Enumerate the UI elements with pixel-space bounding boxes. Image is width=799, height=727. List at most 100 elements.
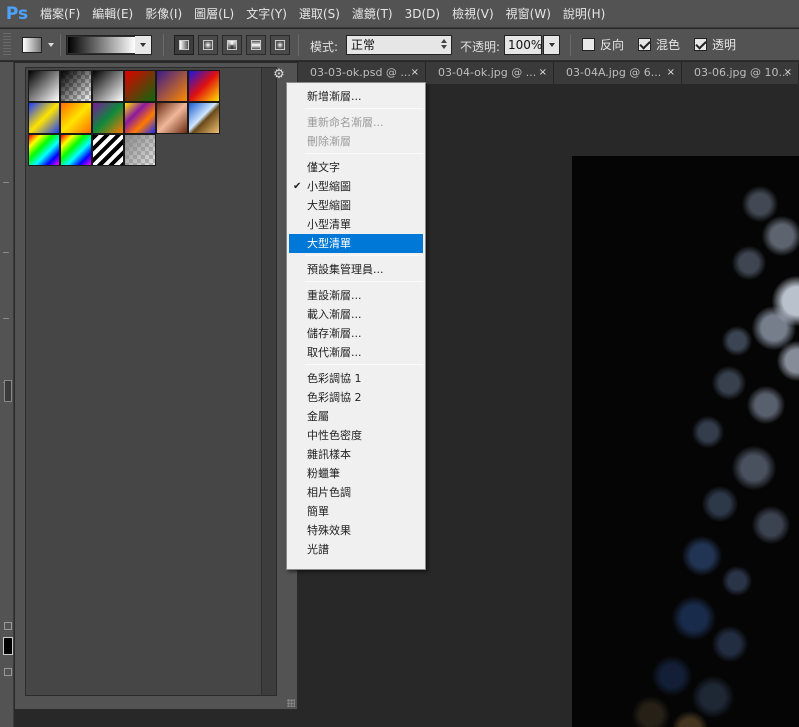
gradient-swatch-neutral-density[interactable] — [124, 134, 156, 166]
gradient-swatch-violet-orange[interactable] — [156, 70, 188, 102]
gradient-menu-item[interactable]: 取代漸層... — [289, 343, 423, 362]
options-bar: 模式: 正常 不透明: 100% 反向 混色 透明 — [0, 29, 799, 61]
gradient-menu-item[interactable]: 金屬 — [289, 407, 423, 426]
menu-items: 檔案(F) 編輯(E) 影像(I) 圖層(L) 文字(Y) 選取(S) 濾鏡(T) 3D(D)… — [34, 0, 611, 28]
tool-icon[interactable] — [4, 380, 12, 402]
color-swatch-icon[interactable] — [3, 637, 13, 655]
transparency-label: 透明 — [712, 38, 737, 52]
gradient-swatch-foreground-to-transparent[interactable] — [60, 70, 92, 102]
gradient-swatch-blue-red-yellow[interactable] — [188, 70, 220, 102]
opacity-dropdown[interactable] — [543, 35, 560, 55]
dither-checkbox-group[interactable]: 混色 — [638, 36, 680, 53]
gradient-menu-item-label: 雜訊樣本 — [307, 448, 351, 461]
menu-item[interactable]: 3D(D) — [399, 0, 446, 28]
linear-gradient-button[interactable] — [174, 35, 194, 55]
tool-icon[interactable] — [4, 622, 12, 630]
gradient-picker-dropdown[interactable] — [135, 36, 151, 54]
document-tab[interactable]: 03-03-ok.psd @ ... × — [298, 62, 426, 84]
menu-separator — [305, 364, 423, 365]
gradient-swatch-black-white[interactable] — [92, 70, 124, 102]
gradient-menu-item[interactable]: 色彩調協 2 — [289, 388, 423, 407]
gradient-swatch-yellow-violet-orange-blue[interactable] — [124, 102, 156, 134]
gradient-swatch-foreground-to-background[interactable] — [28, 70, 60, 102]
document-tab[interactable]: 03-04A.jpg @ 6... × — [554, 62, 682, 84]
document-tab[interactable]: 03-06.jpg @ 10... × — [682, 62, 799, 84]
radial-gradient-button[interactable] — [198, 35, 218, 55]
opacity-input[interactable]: 100% — [504, 35, 542, 55]
angle-gradient-button[interactable] — [222, 35, 242, 55]
document-tab[interactable]: 03-04-ok.jpg @ ... × — [426, 62, 554, 84]
gradient-menu-item-label: 取代漸層... — [307, 346, 362, 359]
chevron-down-icon — [48, 43, 54, 47]
tool-icon[interactable] — [4, 668, 12, 676]
gradient-swatch-transparent-stripes[interactable] — [92, 134, 124, 166]
gradient-menu-item: 重新命名漸層... — [289, 113, 423, 132]
gradient-swatch-blue-yellow-blue[interactable] — [28, 102, 60, 134]
gradient-menu-item[interactable]: 大型清單 — [289, 234, 423, 253]
tool-preset-picker[interactable] — [18, 34, 58, 56]
gradient-menu-item[interactable]: 重設漸層... — [289, 286, 423, 305]
close-icon[interactable]: × — [667, 62, 675, 84]
menu-item[interactable]: 視窗(W) — [500, 0, 557, 28]
tools-panel-edge — [0, 62, 14, 727]
gradient-swatch-transparent-rainbow[interactable] — [60, 134, 92, 166]
gradient-menu-item[interactable]: 小型清單 — [289, 215, 423, 234]
dither-label: 混色 — [656, 38, 681, 52]
gradient-menu-item[interactable]: 儲存漸層... — [289, 324, 423, 343]
menu-item[interactable]: 檔案(F) — [34, 0, 86, 28]
diamond-gradient-button[interactable] — [270, 35, 290, 55]
bokeh-light — [747, 386, 785, 424]
menu-item[interactable]: 影像(I) — [139, 0, 188, 28]
gradient-menu-item[interactable]: 色彩調協 1 — [289, 369, 423, 388]
gear-icon[interactable]: ⚙ — [271, 67, 287, 83]
gradient-swatch-violet-green-orange[interactable] — [92, 102, 124, 134]
gradient-swatch-chrome[interactable] — [188, 102, 220, 134]
menu-item[interactable]: 文字(Y) — [240, 0, 293, 28]
mode-select-value: 正常 — [351, 38, 376, 52]
gradient-menu-item[interactable]: 相片色調 — [289, 483, 423, 502]
gradient-menu-item-label: 僅文字 — [307, 161, 340, 174]
reverse-checkbox[interactable] — [582, 38, 595, 51]
gradient-menu-item[interactable]: 大型縮圖 — [289, 196, 423, 215]
gradient-menu-item[interactable]: ✔ 小型縮圖 — [289, 177, 423, 196]
bokeh-light — [732, 246, 766, 280]
gradient-menu-item[interactable]: 粉蠟筆 — [289, 464, 423, 483]
menu-item[interactable]: 說明(H) — [557, 0, 611, 28]
gradient-menu-item[interactable]: 預設集管理員... — [289, 260, 423, 279]
gradient-menu-item[interactable]: 簡單 — [289, 502, 423, 521]
gradient-swatch-orange-yellow-orange[interactable] — [60, 102, 92, 134]
reverse-checkbox-group[interactable]: 反向 — [582, 36, 624, 53]
gradient-menu-item[interactable]: 特殊效果 — [289, 521, 423, 540]
scrollbar[interactable] — [261, 68, 276, 695]
reflected-gradient-button[interactable] — [246, 35, 266, 55]
gradient-menu-item[interactable]: 中性色密度 — [289, 426, 423, 445]
dither-checkbox[interactable] — [638, 38, 651, 51]
gradient-swatch-spectrum[interactable] — [28, 134, 60, 166]
gradient-menu-item[interactable]: 載入漸層... — [289, 305, 423, 324]
menu-item[interactable]: 檢視(V) — [446, 0, 500, 28]
gradient-picker[interactable] — [66, 35, 152, 55]
gradient-menu-item[interactable]: 雜訊樣本 — [289, 445, 423, 464]
close-icon[interactable]: × — [411, 62, 419, 84]
options-bar-grip[interactable] — [3, 33, 11, 57]
menu-item[interactable]: 選取(S) — [293, 0, 346, 28]
divider — [3, 182, 9, 183]
menu-item[interactable]: 圖層(L) — [188, 0, 240, 28]
menu-item[interactable]: 濾鏡(T) — [346, 0, 399, 28]
transparency-checkbox[interactable] — [694, 38, 707, 51]
resize-grip-icon[interactable] — [287, 699, 295, 707]
menu-separator — [305, 153, 423, 154]
image-canvas[interactable] — [572, 156, 799, 727]
radial-gradient-icon — [203, 40, 213, 50]
mode-select[interactable]: 正常 — [346, 35, 452, 55]
gradient-menu-item[interactable]: 僅文字 — [289, 158, 423, 177]
close-icon[interactable]: × — [539, 62, 547, 84]
gradient-swatch-copper[interactable] — [156, 102, 188, 134]
bokeh-light — [732, 446, 776, 490]
transparency-checkbox-group[interactable]: 透明 — [694, 36, 736, 53]
close-icon[interactable]: × — [784, 62, 792, 84]
gradient-menu-item[interactable]: 光譜 — [289, 540, 423, 559]
gradient-swatch-red-green[interactable] — [124, 70, 156, 102]
gradient-menu-item[interactable]: 新增漸層... — [289, 87, 423, 106]
menu-item[interactable]: 編輯(E) — [86, 0, 139, 28]
